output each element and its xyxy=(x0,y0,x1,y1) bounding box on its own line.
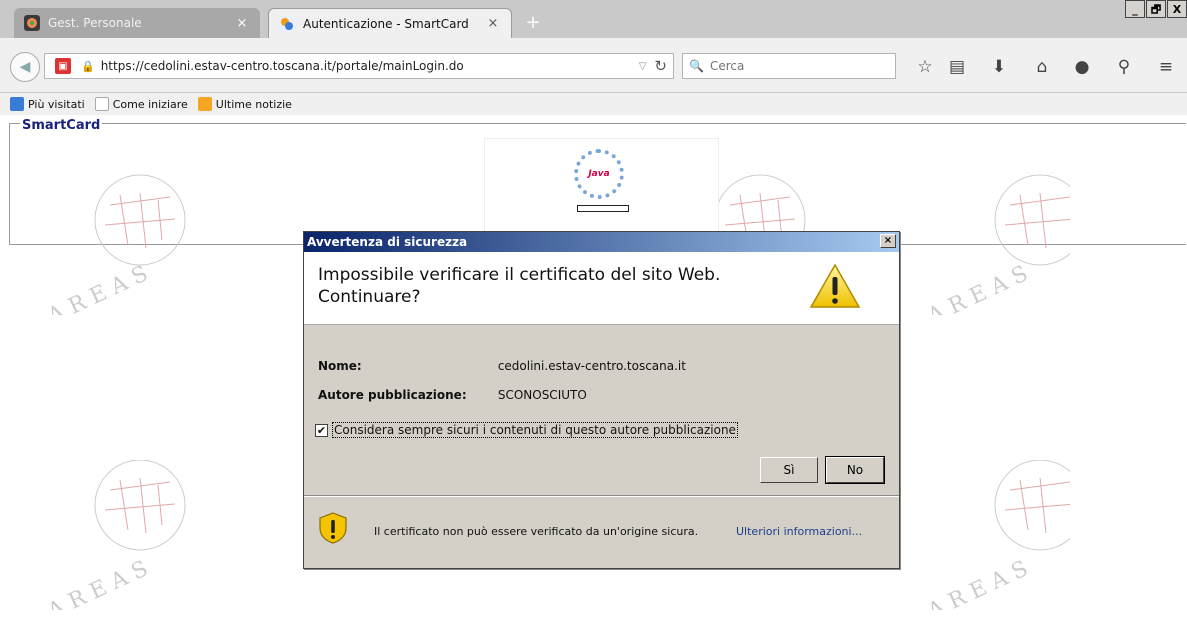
back-button[interactable]: ◀ xyxy=(10,52,40,82)
url-text[interactable]: https://cedolini.estav-centro.toscana.it… xyxy=(101,59,639,73)
java-applet: Java xyxy=(485,139,718,235)
security-warning-dialog: Avvertenza di sicurezza × Impossibile ve… xyxy=(303,231,900,569)
chat-icon[interactable]: ● xyxy=(1071,56,1093,78)
reading-list-icon[interactable]: ▤ xyxy=(946,56,968,78)
svg-text:A R E A S: A R E A S xyxy=(43,261,152,315)
svg-text:A R E A S: A R E A S xyxy=(923,556,1032,610)
close-window-button[interactable]: X xyxy=(1167,0,1187,18)
restore-button[interactable]: 🗗 xyxy=(1146,0,1166,18)
close-tab-icon[interactable]: × xyxy=(485,16,501,31)
dialog-title-bar[interactable]: Avvertenza di sicurezza × xyxy=(304,232,899,252)
fieldset-legend: SmartCard xyxy=(20,118,103,133)
bookmark-ultime-notizie[interactable]: Ultime notizie xyxy=(197,97,292,111)
watermark-logo: A R E A S xyxy=(43,174,186,315)
publisher-row: Autore pubblicazione: SCONOSCIUTO xyxy=(318,388,587,402)
navigation-toolbar: ◀ ▣ 🔒 https://cedolini.estav-centro.tosc… xyxy=(0,38,1187,93)
watermark-logo: A R E A S xyxy=(923,460,1070,610)
reload-icon[interactable]: ↻ xyxy=(654,57,667,75)
trust-publisher-checkbox[interactable]: ✔ xyxy=(315,423,328,437)
dialog-separator xyxy=(304,495,899,497)
menu-icon[interactable]: ≡ xyxy=(1155,56,1177,78)
page-icon xyxy=(94,97,109,111)
no-button[interactable]: No xyxy=(825,456,885,484)
certificate-warning-text: Il certificato non può essere verificato… xyxy=(374,525,699,538)
new-tab-button[interactable]: + xyxy=(522,14,544,34)
dropdown-icon[interactable]: ▽ xyxy=(639,61,647,72)
minimize-button[interactable]: _ xyxy=(1125,0,1145,18)
bookmark-label: Ultime notizie xyxy=(215,97,292,111)
tab-gest-personale[interactable]: Gest. Personale × xyxy=(14,8,260,38)
name-label: Nome: xyxy=(318,359,362,373)
bookmark-come-iniziare[interactable]: Come iniziare xyxy=(94,97,188,111)
bookmark-label: Come iniziare xyxy=(112,97,188,111)
dialog-header: Impossibile verificare il certificato de… xyxy=(304,252,899,325)
favicon-icon xyxy=(24,15,40,31)
watermark-logo: A R E A S xyxy=(923,174,1070,315)
watermark-logo: A R E A S xyxy=(43,460,186,610)
yes-button[interactable]: Sì xyxy=(760,457,818,483)
more-info-link[interactable]: Ulteriori informazioni... xyxy=(736,525,862,538)
search-bar[interactable]: 🔍 xyxy=(682,53,896,79)
url-bar[interactable]: ▣ 🔒 https://cedolini.estav-centro.toscan… xyxy=(44,53,674,79)
java-loading-icon: Java xyxy=(574,149,624,199)
shield-warning-icon xyxy=(319,512,347,544)
search-input[interactable] xyxy=(707,58,882,74)
name-value: cedolini.estav-centro.toscana.it xyxy=(497,359,686,373)
bookmark-piu-visitati[interactable]: Più visitati xyxy=(10,97,85,111)
bookmark-icon xyxy=(10,97,24,111)
star-icon[interactable]: ☆ xyxy=(914,56,936,78)
tab-title: Gest. Personale xyxy=(48,16,142,30)
svg-text:A R E A S: A R E A S xyxy=(43,556,152,610)
trust-publisher-row[interactable]: ✔ Considera sempre sicuri i contenuti di… xyxy=(315,422,738,438)
dialog-close-button[interactable]: × xyxy=(880,234,896,248)
lock-icon: 🔒 xyxy=(81,59,95,73)
rss-icon xyxy=(197,97,212,111)
download-icon[interactable]: ⬇ xyxy=(988,56,1010,78)
tab-strip: Gest. Personale × Autenticazione - Smart… xyxy=(0,0,1187,38)
home-icon[interactable]: ⌂ xyxy=(1031,56,1053,78)
applet-progress-bar xyxy=(577,205,629,212)
site-identity-icon[interactable]: ▣ xyxy=(55,58,71,74)
publisher-label: Autore pubblicazione: xyxy=(318,388,467,402)
back-arrow-icon: ◀ xyxy=(19,59,31,75)
name-row: Nome: cedolini.estav-centro.toscana.it xyxy=(318,359,686,373)
dialog-title: Avvertenza di sicurezza xyxy=(307,235,468,249)
close-tab-icon[interactable]: × xyxy=(234,16,250,31)
tab-title: Autenticazione - SmartCard xyxy=(303,16,469,31)
warning-icon xyxy=(809,263,861,308)
search-icon[interactable]: ⚲ xyxy=(1113,56,1135,78)
svg-text:A R E A S: A R E A S xyxy=(923,261,1032,315)
publisher-value: SCONOSCIUTO xyxy=(497,388,587,402)
bookmarks-toolbar: Più visitati Come iniziare Ultime notizi… xyxy=(0,93,1187,115)
tab-autenticazione-smartcard[interactable]: Autenticazione - SmartCard × xyxy=(268,8,512,38)
trust-publisher-label[interactable]: Considera sempre sicuri i contenuti di q… xyxy=(332,422,738,438)
java-logo-text: Java xyxy=(588,169,610,179)
magnifier-icon: 🔍 xyxy=(689,59,704,73)
favicon-icon xyxy=(279,15,295,32)
dialog-question: Impossibile verificare il certificato de… xyxy=(318,265,721,307)
bookmark-label: Più visitati xyxy=(28,97,85,111)
window-controls: _ 🗗 X xyxy=(1124,0,1187,18)
